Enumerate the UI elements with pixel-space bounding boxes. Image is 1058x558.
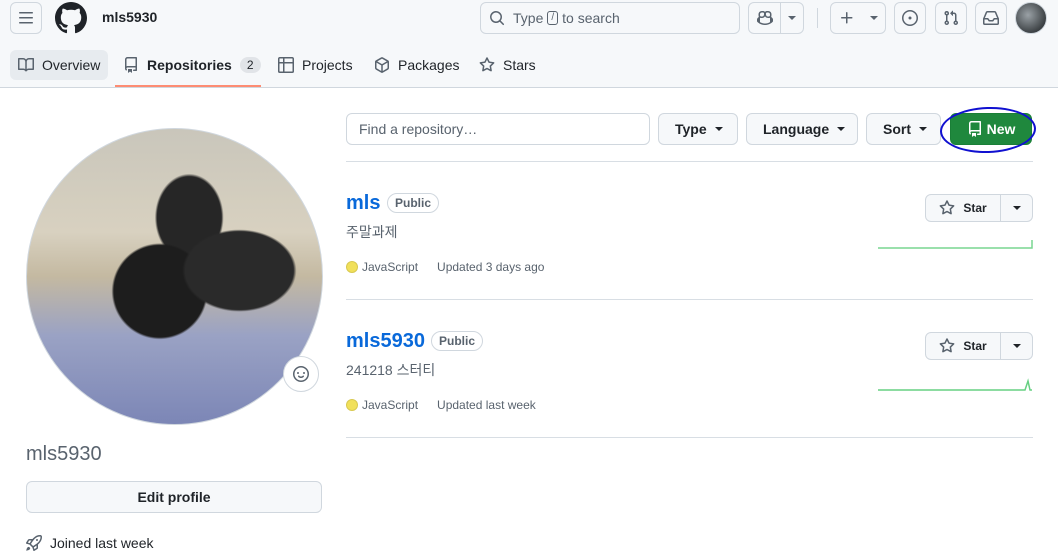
- tab-stars[interactable]: Stars: [471, 50, 544, 80]
- activity-sparkline: [878, 240, 1033, 249]
- visibility-badge: Public: [387, 193, 440, 213]
- search-shortcut-key: /: [547, 11, 559, 25]
- star-button-group: Star: [925, 332, 1033, 360]
- top-bar: mls5930 Type / to search: [0, 0, 1058, 36]
- tab-repositories[interactable]: Repositories 2: [115, 50, 269, 80]
- profile-avatar[interactable]: [26, 128, 323, 425]
- repo-name-link[interactable]: mls5930: [346, 330, 425, 353]
- language-filter-label: Language: [763, 121, 830, 137]
- language-color-dot: [346, 261, 358, 273]
- divider: [346, 299, 1033, 300]
- copilot-icon: [756, 10, 773, 26]
- search-prefix: Type: [513, 10, 544, 26]
- repo-updated: Updated last week: [437, 398, 536, 412]
- copilot-dropdown[interactable]: [781, 3, 803, 33]
- repo-name-link[interactable]: mls: [346, 192, 380, 215]
- chevron-down-icon: [837, 127, 846, 131]
- tab-projects[interactable]: Projects: [270, 50, 361, 80]
- tab-packages[interactable]: Packages: [366, 50, 467, 80]
- create-new-button[interactable]: [830, 2, 886, 34]
- language-filter-button[interactable]: Language: [746, 113, 858, 145]
- star-icon: [939, 338, 955, 353]
- search-suffix: to search: [562, 10, 620, 26]
- chevron-down-icon: [919, 127, 927, 131]
- smiley-icon: [293, 366, 309, 382]
- star-button-group: Star: [925, 194, 1033, 222]
- repo-description: 241218 스터티: [346, 362, 436, 378]
- new-button-label: New: [986, 121, 1016, 137]
- joined-label: Joined last week: [50, 535, 154, 551]
- issue-opened-icon: [902, 10, 918, 26]
- tab-projects-label: Projects: [302, 57, 353, 73]
- divider: [346, 161, 1033, 162]
- language-color-dot: [346, 399, 358, 411]
- hamburger-icon: [19, 12, 33, 24]
- rocket-icon: [26, 535, 42, 551]
- inbox-button[interactable]: [975, 2, 1007, 34]
- create-dropdown[interactable]: [863, 3, 885, 33]
- chevron-down-icon: [1012, 206, 1021, 210]
- tab-overview[interactable]: Overview: [10, 50, 109, 80]
- star-list-dropdown[interactable]: [1001, 195, 1032, 221]
- search-icon: [490, 11, 505, 26]
- tab-overview-label: Overview: [42, 57, 101, 73]
- chevron-down-icon: [788, 16, 796, 20]
- star-icon: [939, 200, 955, 215]
- plus-part[interactable]: [831, 3, 863, 33]
- profile-username: mls5930: [26, 443, 102, 465]
- star-button[interactable]: Star: [926, 195, 1001, 221]
- plus-icon: [841, 12, 853, 24]
- star-label: Star: [963, 339, 987, 353]
- repo-icon: [968, 121, 981, 137]
- github-logo-icon[interactable]: [55, 2, 87, 34]
- git-pull-request-icon: [944, 10, 959, 26]
- new-repository-button[interactable]: New: [950, 113, 1032, 145]
- tab-repositories-label: Repositories: [147, 57, 232, 73]
- app-header: mls5930 Type / to search Overview Reposi…: [0, 0, 1058, 88]
- joined-info: Joined last week: [26, 535, 154, 551]
- repo-meta: JavaScript Updated 3 days ago: [346, 260, 544, 274]
- header-divider: [817, 8, 818, 28]
- repo-description: 주말과제: [346, 224, 398, 240]
- star-list-dropdown[interactable]: [1001, 333, 1032, 359]
- package-icon: [375, 57, 389, 73]
- sort-button[interactable]: Sort: [866, 113, 941, 145]
- find-repository-input[interactable]: [346, 113, 650, 145]
- issues-button[interactable]: [894, 2, 926, 34]
- owner-name[interactable]: mls5930: [102, 9, 157, 25]
- divider: [346, 437, 1033, 438]
- visibility-badge: Public: [431, 331, 484, 351]
- star-icon: [479, 57, 495, 72]
- pull-requests-button[interactable]: [935, 2, 967, 34]
- star-button[interactable]: Star: [926, 333, 1001, 359]
- activity-sparkline: [878, 378, 1032, 391]
- chevron-down-icon: [870, 16, 878, 20]
- copilot-main[interactable]: [749, 3, 781, 33]
- tab-stars-label: Stars: [503, 57, 536, 73]
- chevron-down-icon: [714, 127, 723, 131]
- search-box[interactable]: Type / to search: [480, 2, 740, 34]
- inbox-icon: [983, 10, 999, 25]
- repositories-count: 2: [239, 57, 261, 73]
- tab-packages-label: Packages: [398, 57, 460, 73]
- repo-language: JavaScript: [362, 260, 419, 274]
- user-avatar[interactable]: [1015, 2, 1047, 34]
- type-filter-label: Type: [675, 121, 707, 137]
- book-icon: [18, 57, 34, 72]
- menu-button[interactable]: [10, 2, 42, 34]
- table-icon: [278, 57, 294, 73]
- copilot-button[interactable]: [748, 2, 804, 34]
- repo-icon: [125, 57, 137, 73]
- active-tab-indicator: [115, 85, 261, 87]
- type-filter-button[interactable]: Type: [658, 113, 738, 145]
- sort-label: Sort: [883, 121, 911, 137]
- set-status-button[interactable]: [283, 356, 319, 392]
- repo-language: JavaScript: [362, 398, 419, 412]
- star-label: Star: [963, 201, 987, 215]
- repo-updated: Updated 3 days ago: [437, 260, 545, 274]
- edit-profile-button[interactable]: Edit profile: [26, 481, 322, 513]
- chevron-down-icon: [1012, 344, 1021, 348]
- repo-meta: JavaScript Updated last week: [346, 398, 536, 412]
